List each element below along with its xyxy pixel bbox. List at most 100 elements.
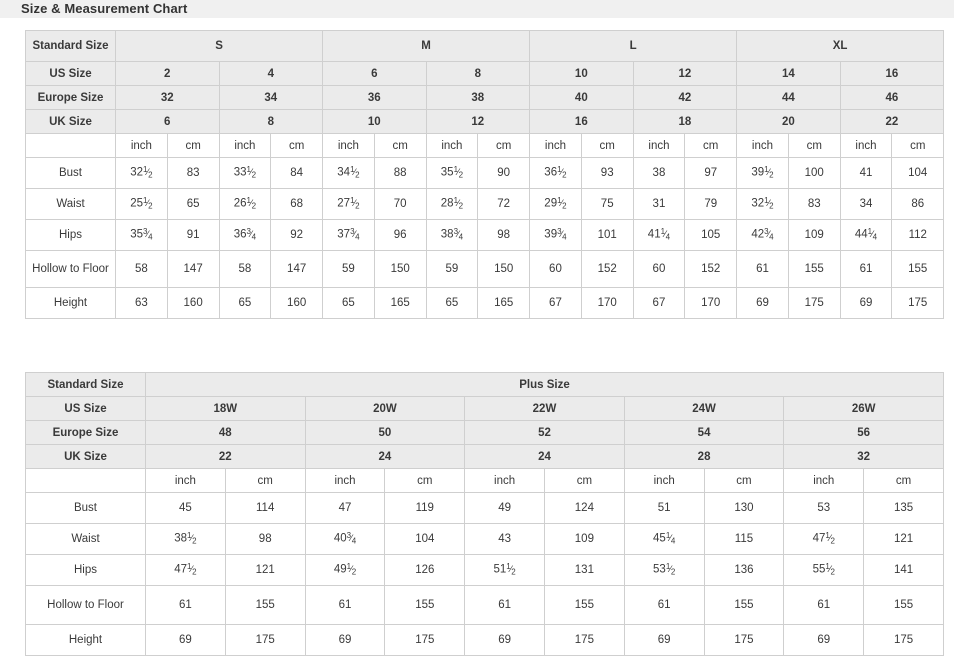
measurement-value: 49 bbox=[498, 501, 511, 514]
fraction-denominator: 2 bbox=[355, 201, 360, 211]
measurement-cell: 61 bbox=[839, 250, 893, 288]
measurement-cell: 271⁄2 bbox=[322, 188, 375, 220]
measurement-value: 100 bbox=[804, 166, 824, 179]
table-row-bust: Bust 321⁄2 83 331⁄2 84 341⁄2 88 351⁄2 90 361⁄2 93 3… bbox=[25, 157, 945, 189]
measurement-cell: 31 bbox=[632, 188, 686, 220]
unit-header-inch: inch bbox=[425, 133, 479, 158]
measurement-cell: 321⁄2 bbox=[736, 188, 789, 220]
measurement-value: 155 bbox=[734, 598, 754, 611]
unit-row-empty-label bbox=[25, 468, 146, 493]
measurement-value: 271⁄2 bbox=[337, 196, 360, 211]
measurement-value: 175 bbox=[255, 633, 275, 646]
measurement-label-waist: Waist bbox=[25, 523, 146, 555]
measurement-cell: 61 bbox=[623, 585, 705, 625]
measurement-cell: 104 bbox=[891, 157, 945, 189]
measurement-value: 83 bbox=[186, 166, 200, 179]
size-value-cell: 28 bbox=[623, 444, 785, 469]
measurement-value: 363⁄4 bbox=[233, 227, 257, 242]
measurement-value: 152 bbox=[597, 262, 617, 275]
measurement-value: 175 bbox=[908, 296, 928, 309]
measurement-cell: 69 bbox=[736, 287, 789, 319]
size-value-cell: 16 bbox=[839, 61, 945, 86]
fraction-denominator: 4 bbox=[251, 232, 257, 242]
size-value-cell: 44 bbox=[736, 85, 841, 110]
measurement-cell: 69 bbox=[304, 624, 386, 656]
measurement-value: 58 bbox=[134, 262, 148, 275]
measurement-value: 61 bbox=[338, 598, 352, 611]
measurement-cell: 83 bbox=[166, 157, 220, 189]
fraction-denominator: 4 bbox=[872, 232, 878, 242]
fraction-denominator: 2 bbox=[251, 170, 257, 180]
size-value-cell: 46 bbox=[839, 85, 945, 110]
size-value-cell: 42 bbox=[632, 85, 738, 110]
measurement-value: 98 bbox=[497, 228, 511, 241]
measurement-value: 96 bbox=[393, 228, 407, 241]
measurement-cell: 105 bbox=[684, 219, 738, 251]
table-row-plus-group: Standard Size Plus Size bbox=[25, 372, 944, 397]
measurement-value: 511⁄2 bbox=[493, 562, 516, 577]
measurement-value: 61 bbox=[498, 598, 511, 611]
measurement-label-hips: Hips bbox=[25, 554, 146, 586]
measurement-cell: 65 bbox=[425, 287, 479, 319]
page-title: Size & Measurement Chart bbox=[21, 1, 188, 16]
measurement-value: 160 bbox=[287, 296, 307, 309]
measurement-value: 75 bbox=[600, 197, 614, 210]
measurement-label-waist: Waist bbox=[25, 188, 116, 220]
measurement-cell: 150 bbox=[373, 250, 427, 288]
measurement-cell: 152 bbox=[580, 250, 634, 288]
measurement-label-hips: Hips bbox=[25, 219, 116, 251]
table-row-waist: Waist 251⁄2 65 261⁄2 68 271⁄2 70 281⁄2 72 291⁄2 75… bbox=[25, 188, 945, 220]
measurement-cell: 63 bbox=[115, 287, 168, 319]
row-header-europe-size: Europe Size bbox=[25, 85, 116, 110]
unit-header-inch: inch bbox=[529, 133, 582, 158]
measurement-value: 69 bbox=[817, 633, 831, 646]
size-value-cell: 56 bbox=[783, 420, 944, 445]
measurement-cell: 119 bbox=[384, 492, 466, 524]
unit-header-inch: inch bbox=[218, 133, 272, 158]
measurement-cell: 147 bbox=[270, 250, 324, 288]
measurement-value: 353⁄4 bbox=[130, 227, 153, 242]
unit-header-inch: inch bbox=[839, 133, 893, 158]
measurement-cell: 155 bbox=[703, 585, 785, 625]
size-value-cell: 26W bbox=[783, 396, 944, 421]
measurement-cell: 121 bbox=[224, 554, 306, 586]
measurement-value: 155 bbox=[893, 598, 914, 611]
measurement-value: 91 bbox=[186, 228, 200, 241]
fraction-denominator: 2 bbox=[458, 170, 464, 180]
table-row-hollow-to-floor: Hollow to Floor 58 147 58 147 59 150 59 150 60 152… bbox=[25, 250, 945, 288]
unit-row-empty-label bbox=[25, 133, 116, 158]
measurement-label-hollow-to-floor: Hollow to Floor bbox=[25, 585, 146, 625]
size-value-cell: 22 bbox=[145, 444, 306, 469]
measurement-cell: 451⁄4 bbox=[623, 523, 705, 555]
unit-header-inch: inch bbox=[736, 133, 789, 158]
measurement-value: 391⁄2 bbox=[751, 165, 774, 180]
measurement-value: 155 bbox=[415, 598, 435, 611]
measurement-value: 119 bbox=[415, 501, 434, 514]
measurement-cell: 109 bbox=[543, 523, 625, 555]
measurement-cell: 126 bbox=[384, 554, 466, 586]
measurement-value: 155 bbox=[255, 598, 275, 611]
fraction-denominator: 2 bbox=[670, 567, 676, 577]
size-value-cell: 22W bbox=[464, 396, 625, 421]
measurement-cell: 383⁄4 bbox=[425, 219, 479, 251]
measurement-value: 321⁄2 bbox=[130, 165, 153, 180]
measurement-cell: 91 bbox=[166, 219, 220, 251]
measurement-value: 60 bbox=[549, 262, 562, 275]
unit-header-cm: cm bbox=[580, 133, 634, 158]
title-table-spacer bbox=[0, 18, 954, 30]
table-row-hollow-to-floor: Hollow to Floor 61 155 61 155 61 155 61 155 61 155 bbox=[25, 585, 944, 625]
measurement-value: 152 bbox=[701, 262, 721, 275]
measurement-value: 67 bbox=[652, 296, 666, 309]
standard-size-table: Standard Size S M L XL US Size 2 4 6 8 10 12 14 16 Eur… bbox=[25, 30, 945, 319]
measurement-cell: 411⁄4 bbox=[632, 219, 686, 251]
fraction-denominator: 4 bbox=[769, 232, 774, 242]
measurement-value: 45 bbox=[179, 501, 192, 514]
size-value-cell: 8 bbox=[218, 109, 324, 134]
measurement-cell: 391⁄2 bbox=[736, 157, 789, 189]
measurement-value: 58 bbox=[238, 262, 252, 275]
measurement-value: 61 bbox=[817, 598, 831, 611]
measurement-cell: 175 bbox=[543, 624, 625, 656]
table-row-size-groups: Standard Size S M L XL bbox=[25, 30, 945, 62]
size-value-cell: 6 bbox=[322, 61, 427, 86]
measurement-cell: 86 bbox=[891, 188, 945, 220]
